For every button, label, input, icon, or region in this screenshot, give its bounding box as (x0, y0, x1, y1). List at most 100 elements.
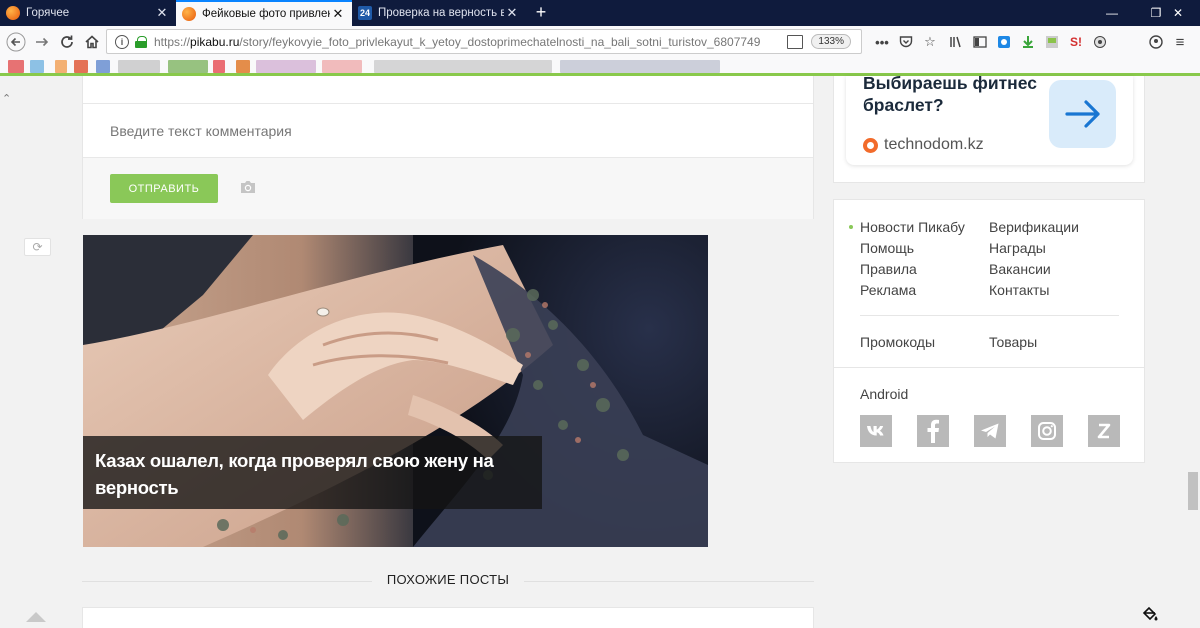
bookmark-item[interactable] (74, 60, 88, 73)
link-vacancies[interactable]: Вакансии (989, 261, 1051, 277)
bookmark-item[interactable] (374, 60, 552, 73)
url-host: pikabu.ru (190, 34, 240, 49)
bookmark-item[interactable] (236, 60, 250, 73)
bookmark-item[interactable] (213, 60, 225, 73)
menu-icon[interactable]: ≡ (1168, 30, 1192, 54)
forward-arrow-icon (36, 37, 49, 47)
similar-post-card[interactable] (82, 607, 814, 628)
home-icon (85, 35, 99, 49)
zen-icon[interactable] (1088, 415, 1120, 447)
link-ads[interactable]: Реклама (860, 282, 916, 298)
back-button[interactable] (4, 30, 28, 54)
ad-title: Выбираешь фитнес браслет? (863, 73, 1037, 115)
footer-links: Новости Пикабу Помощь Правила Реклама Ве… (833, 199, 1145, 463)
info-icon[interactable]: i (115, 34, 129, 49)
screenshot-extension-icon[interactable] (1040, 30, 1064, 54)
link-contacts[interactable]: Контакты (989, 282, 1049, 298)
lock-icon[interactable] (135, 35, 147, 48)
bookmark-item[interactable] (560, 60, 720, 73)
technodom-logo-icon (863, 137, 878, 153)
link-promocodes[interactable]: Промокоды (860, 334, 935, 350)
navigation-bar: i https://pikabu.ru/story/feykovyie_foto… (0, 26, 1200, 57)
back-arrow-icon (6, 32, 26, 52)
vpn-extension-icon[interactable] (992, 30, 1016, 54)
ad-site: technodom.kz (863, 136, 984, 154)
similar-posts-header: ПОХОЖИЕ ПОСТЫ (82, 572, 814, 590)
vk-icon[interactable] (860, 415, 892, 447)
bookmark-item[interactable] (256, 60, 316, 73)
pikabu-favicon-icon (182, 7, 196, 21)
scrollbar-thumb[interactable] (1188, 472, 1198, 510)
close-window-button[interactable]: ✕ (1156, 0, 1200, 26)
link-rules[interactable]: Правила (860, 261, 917, 277)
account-icon[interactable] (1144, 30, 1168, 54)
bookmark-item[interactable] (8, 60, 24, 73)
star-bookmark-icon[interactable]: ☆ (918, 30, 942, 54)
ad-site-label: technodom.kz (884, 136, 984, 153)
comment-form-footer: ОТПРАВИТЬ (83, 158, 813, 219)
link-goods[interactable]: Товары (989, 334, 1037, 350)
divider (860, 315, 1119, 316)
library-icon[interactable] (944, 30, 968, 54)
ad-arrow-button[interactable] (1049, 80, 1116, 148)
url-bar[interactable]: i https://pikabu.ru/story/feykovyie_foto… (106, 29, 862, 54)
bookmark-item[interactable] (322, 60, 362, 73)
reload-button[interactable] (55, 30, 79, 54)
url-text[interactable]: https://pikabu.ru/story/feykovyie_foto_p… (154, 35, 787, 49)
close-icon[interactable]: ✕ (154, 5, 170, 21)
bookmark-item[interactable] (96, 60, 110, 73)
toolbar-extensions: S! (944, 30, 1112, 54)
ad-banner[interactable]: Выбираешь фитнес браслет? technodom.kz (846, 73, 1133, 165)
sidebar-ad: Выбираешь фитнес браслет? technodom.kz (833, 73, 1145, 183)
24kz-favicon-icon: 24 (358, 6, 372, 20)
tab-hot[interactable]: Горячее ✕ (0, 0, 176, 26)
page-scrollbar[interactable] (1186, 76, 1200, 628)
pikabu-favicon-icon (6, 6, 20, 20)
new-tab-button[interactable]: + (531, 3, 551, 23)
telegram-icon[interactable] (974, 415, 1006, 447)
refresh-icon: ⟳ (32, 240, 43, 254)
url-path: /story/feykovyie_foto_privlekayut_k_yeto… (239, 34, 761, 49)
reader-view-icon[interactable] (787, 34, 804, 49)
account-area: ≡ (1144, 30, 1192, 54)
send-comment-button[interactable]: ОТПРАВИТЬ (110, 174, 218, 203)
seo-extension-icon[interactable]: S! (1064, 30, 1088, 54)
scroll-to-top-button[interactable] (26, 612, 46, 622)
download-icon[interactable] (1016, 30, 1040, 54)
link-help[interactable]: Помощь (860, 240, 914, 256)
forward-button[interactable] (30, 30, 54, 54)
tab-fake-photos[interactable]: Фейковые фото привлекают т ✕ (176, 0, 352, 26)
instagram-icon[interactable] (1031, 415, 1063, 447)
post-caption[interactable]: Казах ошалел, когда проверял свою жену н… (83, 436, 542, 509)
home-button[interactable] (80, 30, 104, 54)
comment-input[interactable]: Введите текст комментария (83, 103, 813, 158)
bookmark-item[interactable] (118, 60, 160, 73)
translate-extension-icon[interactable] (1088, 30, 1112, 54)
bookmark-item[interactable] (168, 60, 208, 73)
reload-icon (61, 35, 73, 48)
refresh-feed-button[interactable]: ⟳ (24, 238, 51, 256)
bookmark-item[interactable] (30, 60, 44, 73)
bookmark-item[interactable] (55, 60, 67, 73)
close-icon[interactable]: ✕ (504, 5, 520, 21)
link-verifications[interactable]: Верификации (989, 219, 1079, 235)
facebook-icon[interactable] (917, 415, 949, 447)
tab-bar: Горячее ✕ Фейковые фото привлекают т ✕ 2… (0, 0, 1200, 26)
collapse-arrow-icon[interactable]: ⌃ (2, 92, 11, 105)
link-android[interactable]: Android (860, 386, 908, 402)
paint-bucket-icon[interactable] (1141, 605, 1159, 623)
link-awards[interactable]: Награды (989, 240, 1046, 256)
camera-icon[interactable] (239, 180, 257, 194)
link-pikabu-news[interactable]: Новости Пикабу (860, 219, 965, 235)
zoom-level[interactable]: 133% (811, 34, 851, 49)
more-actions-icon[interactable]: ••• (870, 30, 894, 54)
tab-label: Проверка на верность в каза (378, 7, 504, 19)
active-dot-icon (849, 225, 853, 229)
tab-loyalty-check[interactable]: 24 Проверка на верность в каза ✕ (352, 0, 526, 26)
close-icon[interactable]: ✕ (330, 6, 346, 22)
pocket-icon[interactable] (894, 30, 918, 54)
minimize-button[interactable]: — (1090, 0, 1134, 26)
divider (834, 367, 1144, 368)
sidebar-icon[interactable] (968, 30, 992, 54)
comment-form: Введите текст комментария ОТПРАВИТЬ (82, 76, 814, 219)
